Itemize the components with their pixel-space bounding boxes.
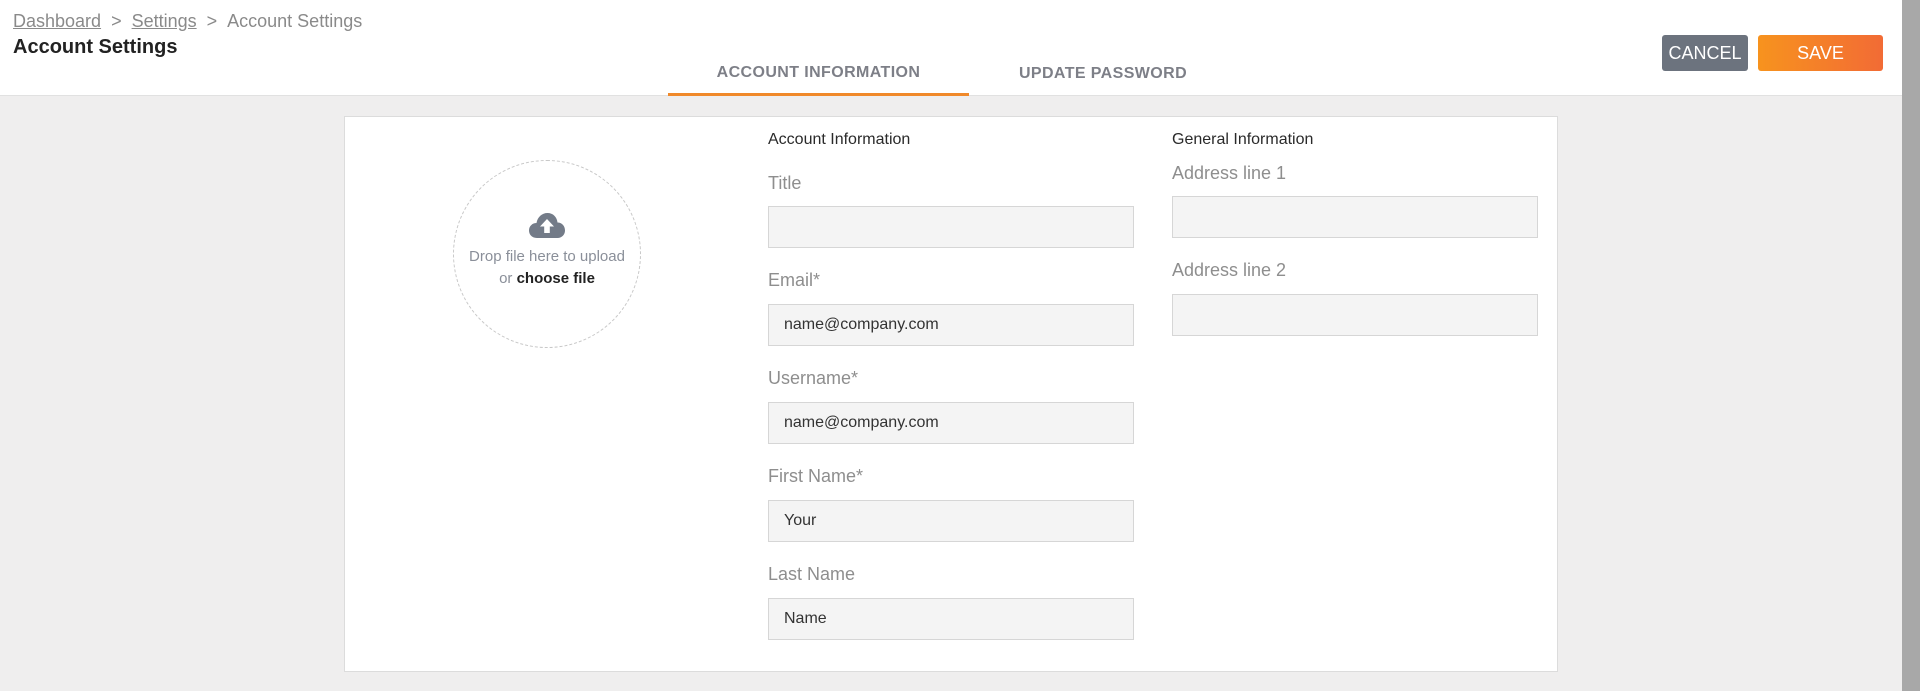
upload-instructions: Drop file here to upload or choose file: [469, 246, 625, 290]
general-information-section: General Information Address line 1 Addre…: [1172, 129, 1538, 336]
title-input[interactable]: [768, 206, 1134, 248]
breadcrumb-separator: >: [111, 11, 122, 31]
tab-bar: ACCOUNT INFORMATION UPDATE PASSWORD: [668, 52, 1237, 96]
choose-file-link[interactable]: choose file: [517, 270, 595, 287]
first-name-input[interactable]: [768, 500, 1134, 542]
breadcrumb-separator: >: [206, 11, 218, 31]
last-name-label: Last Name: [768, 564, 856, 584]
address-line-1-label: Address line 1: [1172, 163, 1287, 183]
avatar-upload-dropzone[interactable]: Drop file here to upload or choose file: [453, 160, 641, 348]
last-name-input[interactable]: [768, 598, 1134, 640]
cloud-upload-icon: [529, 213, 565, 238]
first-name-label: First Name*: [768, 466, 864, 486]
tab-account-information[interactable]: ACCOUNT INFORMATION: [668, 52, 969, 96]
cancel-button[interactable]: CANCEL: [1662, 35, 1748, 71]
account-settings-card: Drop file here to upload or choose file …: [344, 116, 1558, 672]
page-header: Dashboard > Settings > Account Settings Acco…: [0, 0, 1902, 96]
save-button[interactable]: SAVE: [1758, 35, 1883, 71]
breadcrumb: Dashboard > Settings > Account Settings: [13, 11, 362, 32]
page-title: Account Settings: [13, 36, 178, 58]
tab-update-password[interactable]: UPDATE PASSWORD: [969, 52, 1237, 96]
section-title: General Information: [1172, 131, 1314, 148]
email-input[interactable]: [768, 304, 1134, 346]
upload-drop-text: Drop file here to upload: [469, 248, 625, 265]
vertical-scrollbar[interactable]: [1902, 0, 1920, 691]
username-label: Username*: [768, 368, 859, 388]
address-line-1-input[interactable]: [1172, 196, 1538, 238]
breadcrumb-link-dashboard[interactable]: Dashboard: [13, 11, 101, 31]
upload-or-text: or: [499, 270, 513, 287]
address-line-2-input[interactable]: [1172, 294, 1538, 336]
section-title: Account Information: [768, 131, 911, 148]
breadcrumb-current: Account Settings: [227, 11, 363, 31]
address-line-2-label: Address line 2: [1172, 260, 1287, 280]
username-input[interactable]: [768, 402, 1134, 444]
account-information-section: Account Information Title Email* Usernam…: [768, 129, 1134, 640]
email-label: Email*: [768, 270, 821, 290]
upload-choose-line: or choose file: [469, 268, 625, 290]
title-label: Title: [768, 173, 802, 193]
breadcrumb-link-settings[interactable]: Settings: [132, 11, 197, 31]
